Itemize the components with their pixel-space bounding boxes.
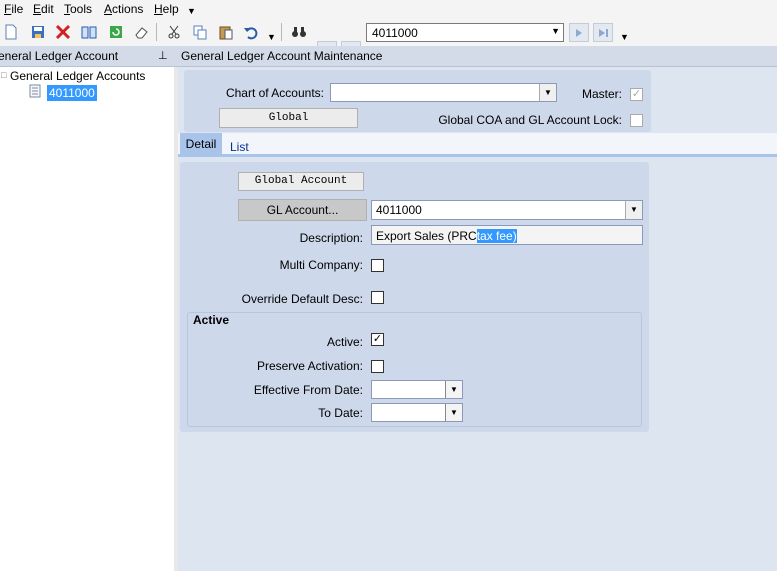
global-lock-checkbox[interactable] (630, 114, 643, 127)
global-account-button-label: Global Account (254, 175, 348, 187)
new-icon[interactable] (2, 23, 20, 41)
pin-icon[interactable]: ⊥ (158, 49, 168, 62)
tab-detail-label: Detail (185, 137, 217, 151)
save-icon[interactable] (29, 23, 47, 41)
gl-account-combo[interactable]: 4011000 ▼ (371, 200, 643, 220)
chart-of-accounts-label: Chart of Accounts: (225, 86, 324, 100)
to-date-field[interactable]: ▼ (371, 403, 463, 422)
eraser-icon[interactable] (132, 23, 150, 41)
chart-of-accounts-combo[interactable]: ▼ (330, 83, 557, 102)
last-record-icon[interactable] (593, 23, 613, 42)
active-label: Active: (326, 335, 363, 349)
global-button-label: Global (268, 112, 309, 124)
tree-node-selected[interactable]: 4011000 (47, 85, 97, 101)
delete-icon[interactable] (54, 23, 72, 41)
menu-tools-label: ools (70, 2, 93, 16)
to-date-label: To Date: (318, 406, 363, 420)
menu-help[interactable]: Help (154, 2, 179, 16)
open-book-icon[interactable] (80, 23, 98, 41)
master-checkbox[interactable]: ✓ (630, 88, 643, 101)
gl-account-button-label: GL Account... (266, 203, 339, 217)
cut-icon[interactable] (165, 23, 183, 41)
menu-actions-label: ctions (112, 2, 144, 16)
preserve-activation-checkbox[interactable] (371, 360, 384, 373)
paste-icon[interactable] (217, 23, 235, 41)
menu-edit-accel: E (33, 2, 42, 16)
tree-root-node[interactable]: General Ledger Accounts (10, 69, 145, 83)
menu-help-label: elp (162, 2, 179, 16)
active-group-title: Active (193, 313, 230, 327)
menu-bar: File Edit Tools Actions Help ▼ (0, 0, 777, 18)
tab-detail[interactable]: Detail (180, 133, 222, 156)
chevron-down-icon[interactable]: ▼ (625, 201, 642, 219)
refresh-icon[interactable] (107, 23, 125, 41)
description-label: Description: (299, 231, 363, 245)
chevron-down-icon[interactable]: ▼ (539, 84, 556, 101)
toolbar-overflow-chevron-icon[interactable]: ▼ (620, 32, 629, 42)
multi-company-label: Multi Company: (279, 258, 363, 272)
right-pane-header: General Ledger Account Maintenance (178, 46, 777, 67)
checkmark-icon: ✓ (631, 88, 642, 100)
effective-from-date-label: Effective From Date: (253, 383, 363, 397)
global-lock-label: Global COA and GL Account Lock: (438, 113, 622, 127)
master-label: Master: (581, 87, 622, 101)
menu-edit-label: dit (41, 2, 54, 16)
menu-edit[interactable]: Edit (33, 2, 54, 16)
toolbar-separator (156, 23, 157, 41)
toolbar-separator (281, 23, 282, 41)
gl-account-button[interactable]: GL Account... (238, 199, 367, 221)
active-checkbox[interactable]: ✓ (371, 333, 384, 346)
preserve-activation-label: Preserve Activation: (256, 359, 363, 373)
menu-file-label: ile (11, 2, 24, 16)
right-pane-title: General Ledger Account Maintenance (181, 49, 383, 63)
multi-company-checkbox[interactable] (371, 259, 384, 272)
ledger-document-icon (28, 84, 42, 98)
tab-list[interactable]: List (230, 140, 249, 154)
find-binoculars-icon[interactable] (290, 23, 308, 41)
undo-dropdown-chevron-icon[interactable]: ▼ (267, 32, 276, 42)
left-pane-title: eneral Ledger Account (0, 49, 119, 63)
menu-help-accel: H (154, 2, 163, 16)
description-selected-text: tax fee) (476, 229, 517, 243)
chevron-down-icon[interactable]: ▼ (551, 26, 560, 36)
menu-file[interactable]: File (4, 2, 23, 16)
copy-icon[interactable] (191, 23, 209, 41)
tree-collapse-icon[interactable]: □ (1, 70, 6, 80)
checkmark-icon: ✓ (372, 333, 383, 345)
record-selector-value: 4011000 (372, 26, 418, 40)
record-selector-combo[interactable]: 4011000 ▼ (366, 23, 564, 42)
menu-actions-accel: A (104, 2, 113, 16)
effective-from-date-field[interactable]: ▼ (371, 380, 463, 399)
menu-tools[interactable]: Tools (64, 2, 92, 16)
chevron-down-icon[interactable]: ▼ (445, 381, 462, 398)
override-default-desc-checkbox[interactable] (371, 291, 384, 304)
chevron-down-icon[interactable]: ▼ (445, 404, 462, 421)
override-default-desc-label: Override Default Desc: (241, 292, 363, 306)
tree-view (0, 67, 175, 571)
left-pane-header: eneral Ledger Account ⊥ (0, 46, 178, 67)
description-field[interactable]: Export Sales (PRCtax fee) (371, 225, 643, 245)
global-button[interactable]: Global (219, 108, 358, 128)
menu-overflow-chevron-icon[interactable]: ▼ (187, 6, 196, 16)
menu-actions[interactable]: Actions (104, 2, 143, 16)
description-text: Export Sales (PRC (376, 229, 477, 243)
global-account-button[interactable]: Global Account (238, 172, 364, 191)
next-record-icon[interactable] (569, 23, 589, 42)
undo-icon[interactable] (242, 23, 260, 41)
tab-strip (178, 133, 777, 157)
gl-account-value: 4011000 (376, 203, 422, 217)
